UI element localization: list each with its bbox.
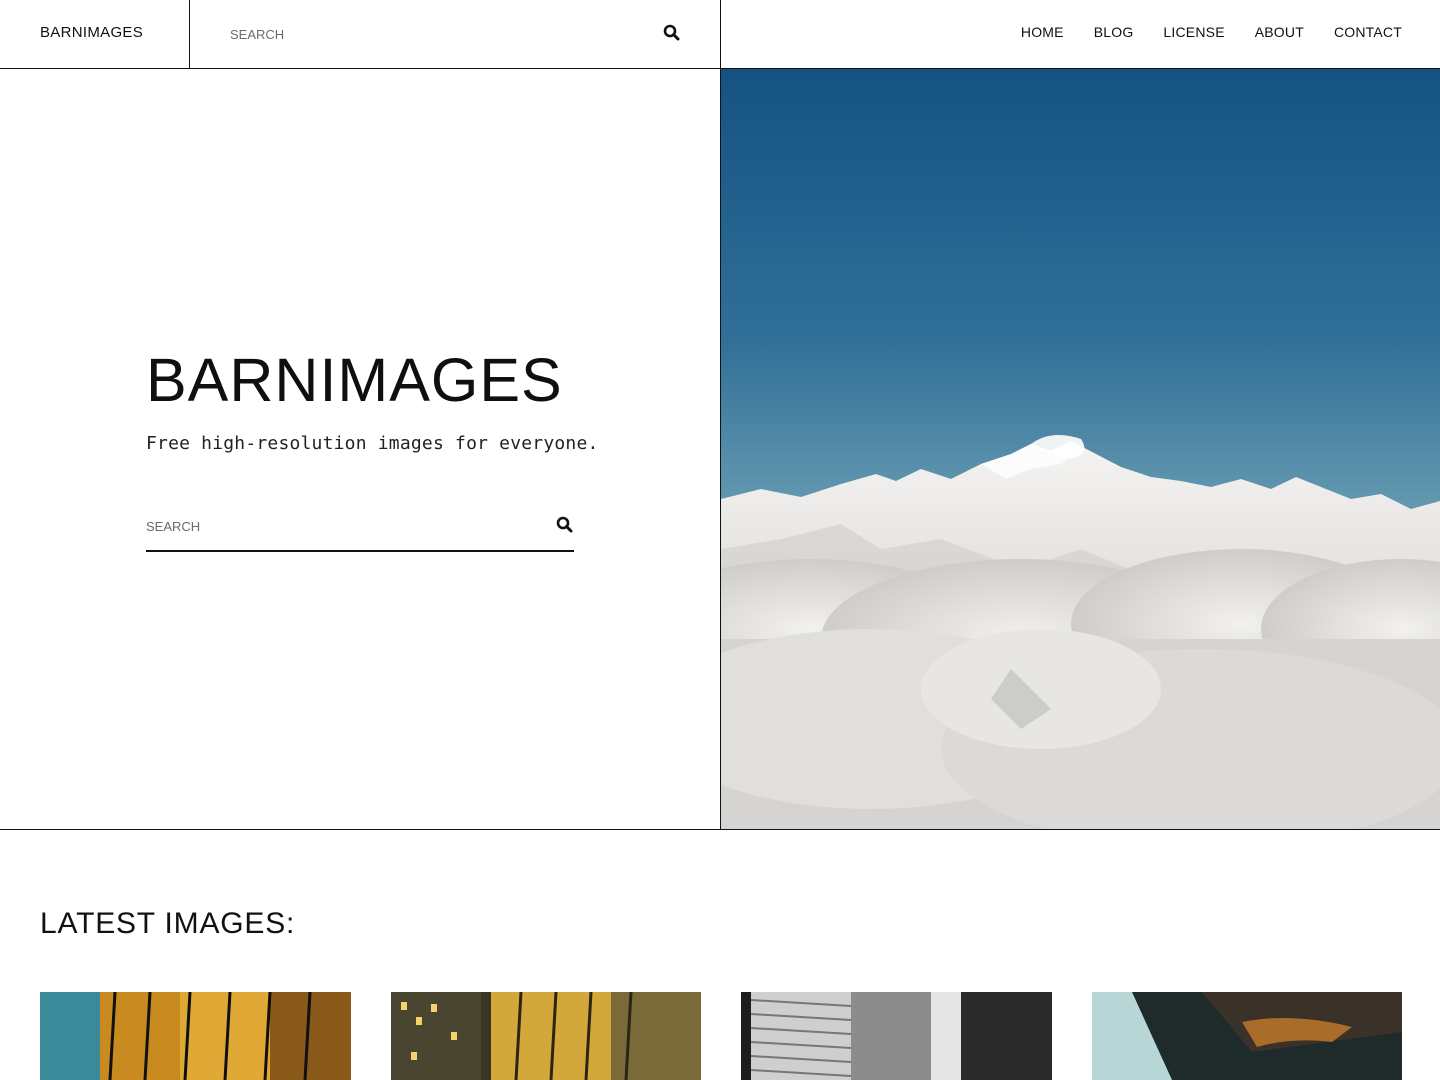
thumbnail-4[interactable] xyxy=(1092,992,1403,1080)
hero-subtitle: Free high-resolution images for everyone… xyxy=(146,433,599,454)
search-icon[interactable] xyxy=(663,24,681,42)
header-search-input[interactable] xyxy=(230,22,630,46)
hero-title: BARNIMAGES xyxy=(146,346,563,414)
thumbnail-3[interactable] xyxy=(741,992,1052,1080)
thumbnail-2[interactable] xyxy=(391,992,702,1080)
hero-mountain-image xyxy=(721,69,1440,830)
nav-blog[interactable]: BLOG xyxy=(1094,24,1134,40)
hero-text-panel: BARNIMAGES Free high-resolution images f… xyxy=(0,69,721,830)
thumbnail-1[interactable] xyxy=(40,992,351,1080)
latest-images-title: LATEST IMAGES: xyxy=(40,907,296,940)
nav-license[interactable]: LICENSE xyxy=(1163,24,1224,40)
header-search xyxy=(190,0,721,68)
hero-search xyxy=(146,509,574,552)
hero-search-input[interactable] xyxy=(146,515,526,537)
nav-about[interactable]: ABOUT xyxy=(1255,24,1304,40)
top-bar: BARNIMAGES HOME BLOG LICENSE ABOUT CONTA… xyxy=(0,0,1440,69)
nav-contact[interactable]: CONTACT xyxy=(1334,24,1402,40)
logo-cell: BARNIMAGES xyxy=(0,0,190,68)
search-icon[interactable] xyxy=(556,516,574,534)
main-nav: HOME BLOG LICENSE ABOUT CONTACT xyxy=(1021,24,1402,40)
nav-home[interactable]: HOME xyxy=(1021,24,1064,40)
site-logo[interactable]: BARNIMAGES xyxy=(40,24,143,41)
